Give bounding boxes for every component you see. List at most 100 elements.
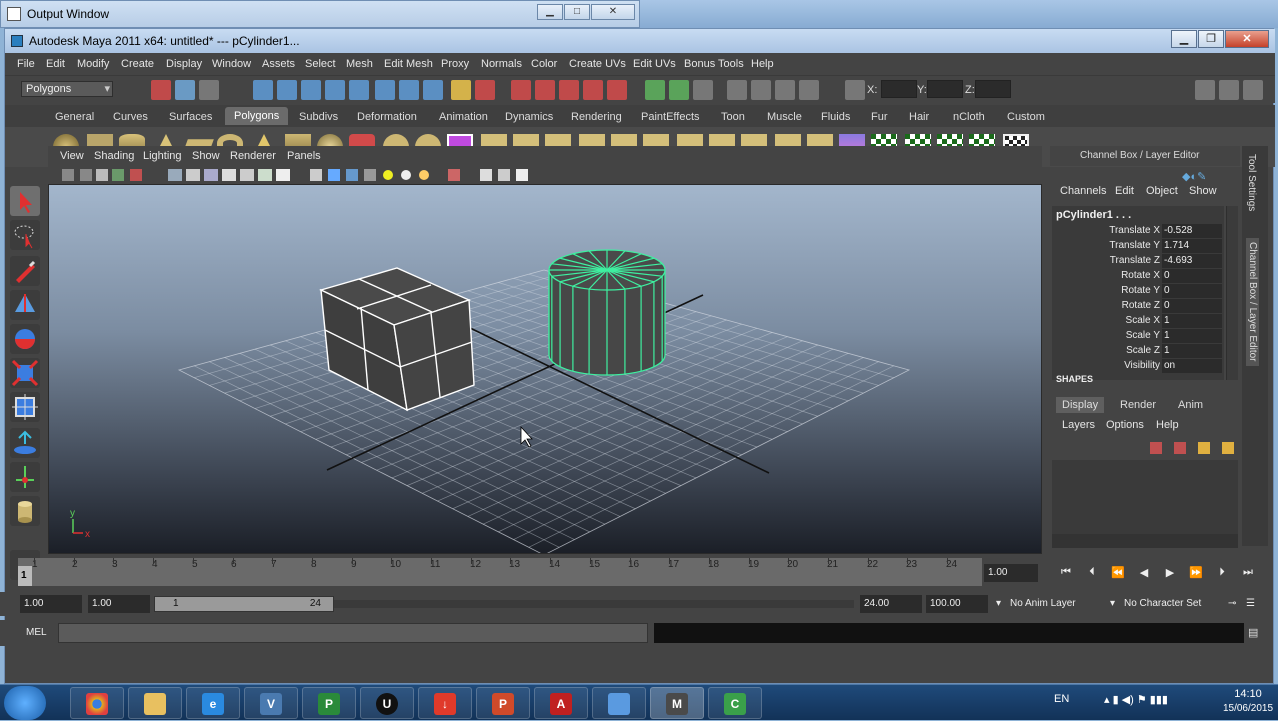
output-window-titlebar[interactable]: Output Window ▁ □ ✕: [0, 0, 640, 28]
panel-icon[interactable]: [727, 80, 747, 100]
scale-tool-icon[interactable]: [10, 358, 40, 388]
tab-painteffects[interactable]: PaintEffects: [635, 109, 706, 125]
menu-color[interactable]: Color: [531, 58, 557, 70]
maya-titlebar[interactable]: Autodesk Maya 2011 x64: untitled* --- pC…: [5, 29, 1275, 53]
mel-label[interactable]: MEL: [26, 627, 47, 638]
attr-value[interactable]: 1: [1162, 329, 1222, 343]
layer-tab-render[interactable]: Render: [1120, 399, 1156, 411]
render-settings-icon[interactable]: [399, 80, 419, 100]
move-tool-icon[interactable]: [10, 290, 40, 320]
cb-menu-show[interactable]: Show: [1189, 185, 1217, 197]
layer-tab-display[interactable]: Display: [1056, 397, 1105, 413]
menu-modify[interactable]: Modify: [77, 58, 109, 70]
vp-menu-show[interactable]: Show: [192, 150, 220, 162]
menu-bonus-tools[interactable]: Bonus Tools: [684, 58, 744, 70]
render-icon[interactable]: [511, 80, 531, 100]
attr-value[interactable]: 1: [1162, 314, 1222, 328]
time-slider[interactable]: 1 2 3 4 5 6 7 8 9 10 11 12 13 14 15 16 1…: [18, 558, 982, 586]
tab-fluids[interactable]: Fluids: [815, 109, 856, 125]
menu-create[interactable]: Create: [121, 58, 154, 70]
taskbar-acrobat[interactable]: A: [534, 687, 588, 719]
cb-menu-channels[interactable]: Channels: [1060, 185, 1106, 197]
animation-preferences-icon[interactable]: ☰: [1246, 598, 1255, 609]
taskbar-camtasia[interactable]: C: [708, 687, 762, 719]
playback-start-field[interactable]: 1.00: [88, 595, 150, 613]
menu-create-uvs[interactable]: Create UVs: [569, 58, 626, 70]
attr-value[interactable]: -0.528: [1162, 224, 1222, 238]
mel-input[interactable]: [58, 623, 648, 643]
maya-restore-button[interactable]: ❐: [1198, 30, 1224, 48]
side-tab-tool-settings[interactable]: Tool Settings: [1246, 154, 1257, 211]
language-indicator[interactable]: EN: [1054, 693, 1069, 705]
attr-value[interactable]: 0: [1162, 269, 1222, 283]
attr-scale-y[interactable]: Scale Y1: [1052, 329, 1224, 344]
layer-menu-layers[interactable]: Layers: [1062, 419, 1095, 431]
menu-mesh[interactable]: Mesh: [346, 58, 373, 70]
range-slider[interactable]: 1 24: [154, 596, 334, 612]
attr-scale-x[interactable]: Scale X1: [1052, 314, 1224, 329]
script-editor-icon[interactable]: ▤: [1248, 626, 1258, 639]
start-button[interactable]: [4, 686, 46, 720]
menu-display[interactable]: Display: [166, 58, 202, 70]
play-forwards-button[interactable]: ▶: [1160, 566, 1180, 582]
select-by-hierarchy-icon[interactable]: [151, 80, 171, 100]
tab-hair[interactable]: Hair: [903, 109, 935, 125]
tab-fur[interactable]: Fur: [865, 109, 894, 125]
clock-date[interactable]: 15/06/2015: [1218, 703, 1278, 714]
snap-point-icon[interactable]: [301, 80, 321, 100]
attr-translate-x[interactable]: Translate X -0.528: [1052, 224, 1224, 239]
lasso-tool-icon[interactable]: [10, 220, 40, 250]
close-button[interactable]: ✕: [591, 4, 635, 20]
attr-visibility[interactable]: Visibility on: [1052, 359, 1224, 374]
attr-scale-z[interactable]: Scale Z1: [1052, 344, 1224, 359]
show-tool-settings-icon[interactable]: [1219, 80, 1239, 100]
show-attribute-editor-icon[interactable]: [1195, 80, 1215, 100]
rename-icon[interactable]: [669, 80, 689, 100]
taskbar-unreal[interactable]: U: [360, 687, 414, 719]
attr-translate-y[interactable]: Translate Y 1.714: [1052, 239, 1224, 254]
hypershade-icon[interactable]: [583, 80, 603, 100]
menu-edit-mesh[interactable]: Edit Mesh: [384, 58, 433, 70]
lock-icon[interactable]: [451, 80, 471, 100]
animation-start-field[interactable]: 1.00: [20, 595, 82, 613]
menu-assets[interactable]: Assets: [262, 58, 295, 70]
select-by-object-icon[interactable]: [175, 80, 195, 100]
layer-horizontal-scrollbar[interactable]: [1052, 534, 1238, 548]
cb-menu-object[interactable]: Object: [1146, 185, 1178, 197]
cb-menu-edit[interactable]: Edit: [1115, 185, 1134, 197]
snap-grid-icon[interactable]: [253, 80, 273, 100]
maya-minimize-button[interactable]: ▁: [1171, 30, 1197, 48]
y-field[interactable]: [927, 80, 963, 98]
playback-end-field[interactable]: 24.00: [860, 595, 922, 613]
history-icon[interactable]: [375, 80, 395, 100]
animation-end-field[interactable]: 100.00: [926, 595, 988, 613]
attr-rotate-z[interactable]: Rotate Z0: [1052, 299, 1224, 314]
menu-edit-uvs[interactable]: Edit UVs: [633, 58, 676, 70]
go-to-end-button[interactable]: ⏭: [1238, 566, 1258, 582]
show-manipulator-icon[interactable]: [10, 462, 40, 492]
tab-muscle[interactable]: Muscle: [761, 109, 808, 125]
step-forward-frame-button[interactable]: ⏵: [1212, 566, 1232, 582]
go-to-start-button[interactable]: ⏮: [1056, 566, 1076, 582]
show-channel-box-icon[interactable]: [1243, 80, 1263, 100]
attr-translate-z[interactable]: Translate Z -4.693: [1052, 254, 1224, 269]
perspective-viewport[interactable]: y x: [48, 184, 1042, 554]
menu-normals[interactable]: Normals: [481, 58, 522, 70]
render-globals-icon[interactable]: [559, 80, 579, 100]
range-track[interactable]: [334, 600, 854, 608]
vp-menu-panels[interactable]: Panels: [287, 150, 321, 162]
maya-close-button[interactable]: ✕: [1225, 30, 1269, 48]
tab-general[interactable]: General: [49, 109, 100, 125]
clock-time[interactable]: 14:10: [1218, 688, 1278, 700]
anim-layer-selector[interactable]: No Anim Layer: [1010, 598, 1076, 609]
attr-value[interactable]: 1: [1162, 344, 1222, 358]
maximize-button[interactable]: □: [564, 4, 590, 20]
tab-custom[interactable]: Custom: [1001, 109, 1051, 125]
select-tool-icon[interactable]: [10, 186, 40, 216]
vp-menu-lighting[interactable]: Lighting: [143, 150, 182, 162]
tab-ncloth[interactable]: nCloth: [947, 109, 991, 125]
step-back-key-button[interactable]: ⏪: [1108, 566, 1128, 582]
ipr-render-icon[interactable]: [535, 80, 555, 100]
tray-icons[interactable]: ▴ ▮ ◀) ⚑ ▮▮▮: [1104, 693, 1168, 706]
tab-curves[interactable]: Curves: [107, 109, 154, 125]
